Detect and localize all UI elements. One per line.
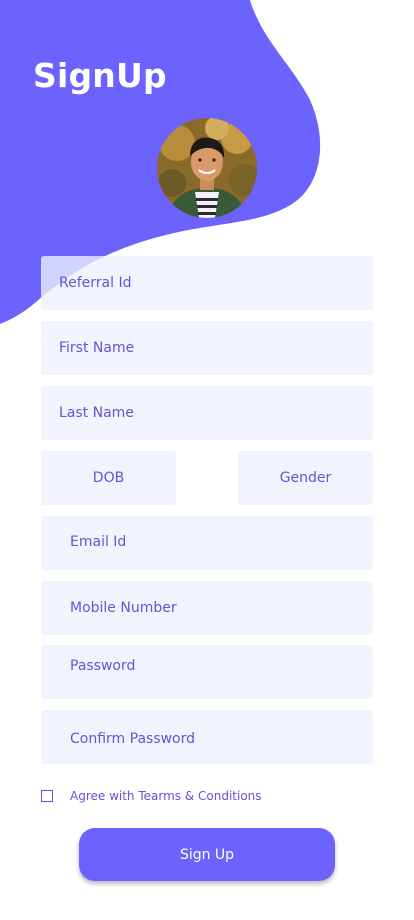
terms-checkbox[interactable] xyxy=(41,790,53,802)
dob-input[interactable] xyxy=(41,451,176,505)
password-input[interactable] xyxy=(41,645,373,699)
avatar xyxy=(157,118,257,218)
referral-id-input[interactable] xyxy=(41,256,373,310)
page-title: SignUp xyxy=(33,56,167,95)
mobile-number-input[interactable] xyxy=(41,581,373,635)
gender-select[interactable] xyxy=(238,451,373,505)
first-name-input[interactable] xyxy=(41,321,373,375)
sign-up-button[interactable]: Sign Up xyxy=(79,828,335,881)
email-input[interactable] xyxy=(41,516,373,570)
confirm-password-input[interactable] xyxy=(41,710,373,764)
terms-label: Agree with Tearms & Conditions xyxy=(70,789,262,803)
last-name-input[interactable] xyxy=(41,386,373,440)
